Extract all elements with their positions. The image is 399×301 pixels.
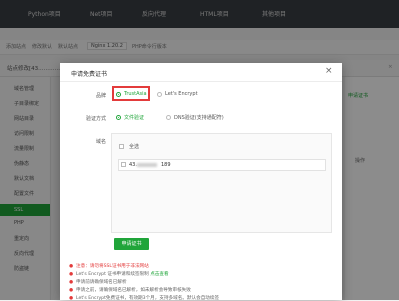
brand-option-trustasia[interactable]: TrustAsia: [124, 91, 147, 97]
select-all-checkbox[interactable]: [119, 144, 124, 149]
free-cert-dialog: 申请免费证书 × 品牌 TrustAsia Let's Encrypt 验证方式…: [60, 63, 342, 301]
note-warning: ● 注意：请勿将SSL证书用于非法网站: [69, 264, 149, 269]
brand-label: 品牌: [95, 93, 106, 99]
radio-file-verify[interactable]: [116, 115, 121, 120]
brand-option-letsencrypt[interactable]: Let's Encrypt: [165, 91, 198, 97]
apply-certificate-button[interactable]: 申请证书: [114, 238, 149, 250]
domain-row[interactable]: 43. 189: [118, 159, 326, 171]
note-apply-before: ● 申请之前，请确保域名已解析，如未解析会导致审核失败: [69, 288, 191, 293]
domain-checkbox[interactable]: [121, 162, 126, 167]
view-limit-link[interactable]: 点击查看: [150, 272, 168, 277]
domain-label: 域名: [95, 139, 106, 145]
dialog-header: 申请免费证书 ×: [60, 63, 342, 82]
close-icon[interactable]: ×: [325, 66, 333, 76]
redacted-domain: [137, 163, 157, 167]
verify-option-file[interactable]: 文件验证: [124, 114, 144, 121]
select-all-label[interactable]: 全选: [129, 143, 139, 150]
radio-trustasia[interactable]: [116, 92, 121, 97]
domain-suffix: 189: [161, 162, 171, 168]
radio-letsencrypt[interactable]: [157, 92, 162, 97]
dialog-title: 申请免费证书: [71, 71, 108, 78]
radio-dns-verify[interactable]: [166, 115, 171, 120]
verify-option-dns[interactable]: DNS验证(支持通配符): [174, 114, 224, 121]
domain-prefix: 43.: [129, 162, 137, 168]
note-resolve: ● 申请前请确保域名已解析: [69, 280, 127, 285]
domain-list: 全选 43. 189: [111, 133, 332, 233]
note-validity: ● Let's Encrypt免费证书，有效期3个月，支持多域名。默认会自动续签: [69, 296, 220, 301]
verify-method-label: 验证方式: [85, 116, 106, 122]
note-letsencrypt-limit: ● Let's Encrypt 证书申请和续签限制 点击查看: [69, 272, 169, 277]
